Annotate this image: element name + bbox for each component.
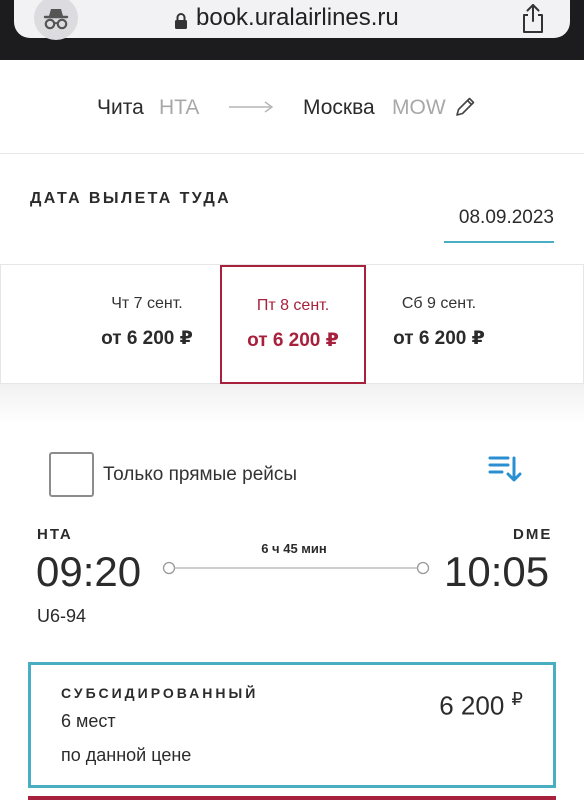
lock-icon — [174, 9, 188, 29]
arrow-right-icon — [229, 101, 274, 113]
direct-flights-checkbox[interactable] — [49, 452, 94, 497]
sort-icon[interactable] — [488, 454, 522, 484]
date-selector: Чт 7 сент. от 6 200 ₽ Пт 8 сент. от 6 20… — [0, 264, 584, 384]
departure-time: 09:20 — [36, 548, 142, 595]
departure-date-label: ДАТА ВЫЛЕТА ТУДА — [30, 190, 232, 207]
pencil-icon[interactable] — [454, 96, 476, 118]
destination-airport-code: DME — [513, 526, 553, 543]
date-card[interactable]: Чт 7 сент. от 6 200 ₽ — [74, 265, 220, 385]
fare-currency: ₽ — [511, 689, 523, 709]
origin-code: HTA — [159, 96, 200, 119]
origin-city: Чита — [97, 96, 144, 119]
fare-price: 6 200 ₽ — [439, 689, 523, 722]
route-summary[interactable]: Чита HTA Москва MOW — [0, 62, 584, 154]
date-card-selected[interactable]: Пт 8 сент. от 6 200 ₽ — [220, 265, 366, 384]
url-text: book.uralairlines.ru — [196, 4, 399, 31]
browser-toolbar: book.uralairlines.ru — [0, 0, 584, 60]
fare-price-value: 6 200 — [439, 690, 505, 721]
share-icon[interactable] — [518, 2, 548, 34]
date-card-day: Сб 9 сент. — [401, 295, 477, 312]
arrival-time: 10:05 — [444, 548, 550, 595]
incognito-icon[interactable] — [34, 0, 78, 40]
date-card-price: от 6 200 ₽ — [101, 328, 193, 349]
date-card[interactable]: Сб 9 сент. от 6 200 ₽ — [366, 265, 512, 385]
origin-airport-code: HTA — [37, 526, 73, 543]
fare-note: по данной цене — [61, 745, 192, 765]
url-field[interactable]: book.uralairlines.ru — [174, 4, 399, 32]
fare-card[interactable]: СУБСИДИРОВАННЫЙ 6 мест по данной цене 6 … — [28, 662, 556, 788]
flight-duration: 6 ч 45 мин — [261, 541, 327, 556]
next-fare-edge — [28, 796, 556, 800]
date-card-price: от 6 200 ₽ — [247, 330, 339, 351]
departure-date-field[interactable]: 08.09.2023 — [444, 205, 554, 243]
fare-seats: 6 мест — [61, 711, 116, 731]
flight-track — [162, 561, 430, 575]
date-card-day: Пт 8 сент. — [256, 297, 330, 314]
fare-name: СУБСИДИРОВАННЫЙ — [61, 685, 259, 701]
date-card-price: от 6 200 ₽ — [393, 328, 485, 349]
address-bar[interactable]: book.uralairlines.ru — [14, 0, 570, 40]
destination-city: Москва — [303, 96, 375, 119]
date-card-day: Чт 7 сент. — [111, 295, 183, 312]
direct-flights-label[interactable]: Только прямые рейсы — [103, 464, 297, 486]
destination-code: MOW — [392, 96, 446, 119]
flight-number: U6-94 — [37, 606, 87, 626]
section-divider — [0, 384, 584, 424]
